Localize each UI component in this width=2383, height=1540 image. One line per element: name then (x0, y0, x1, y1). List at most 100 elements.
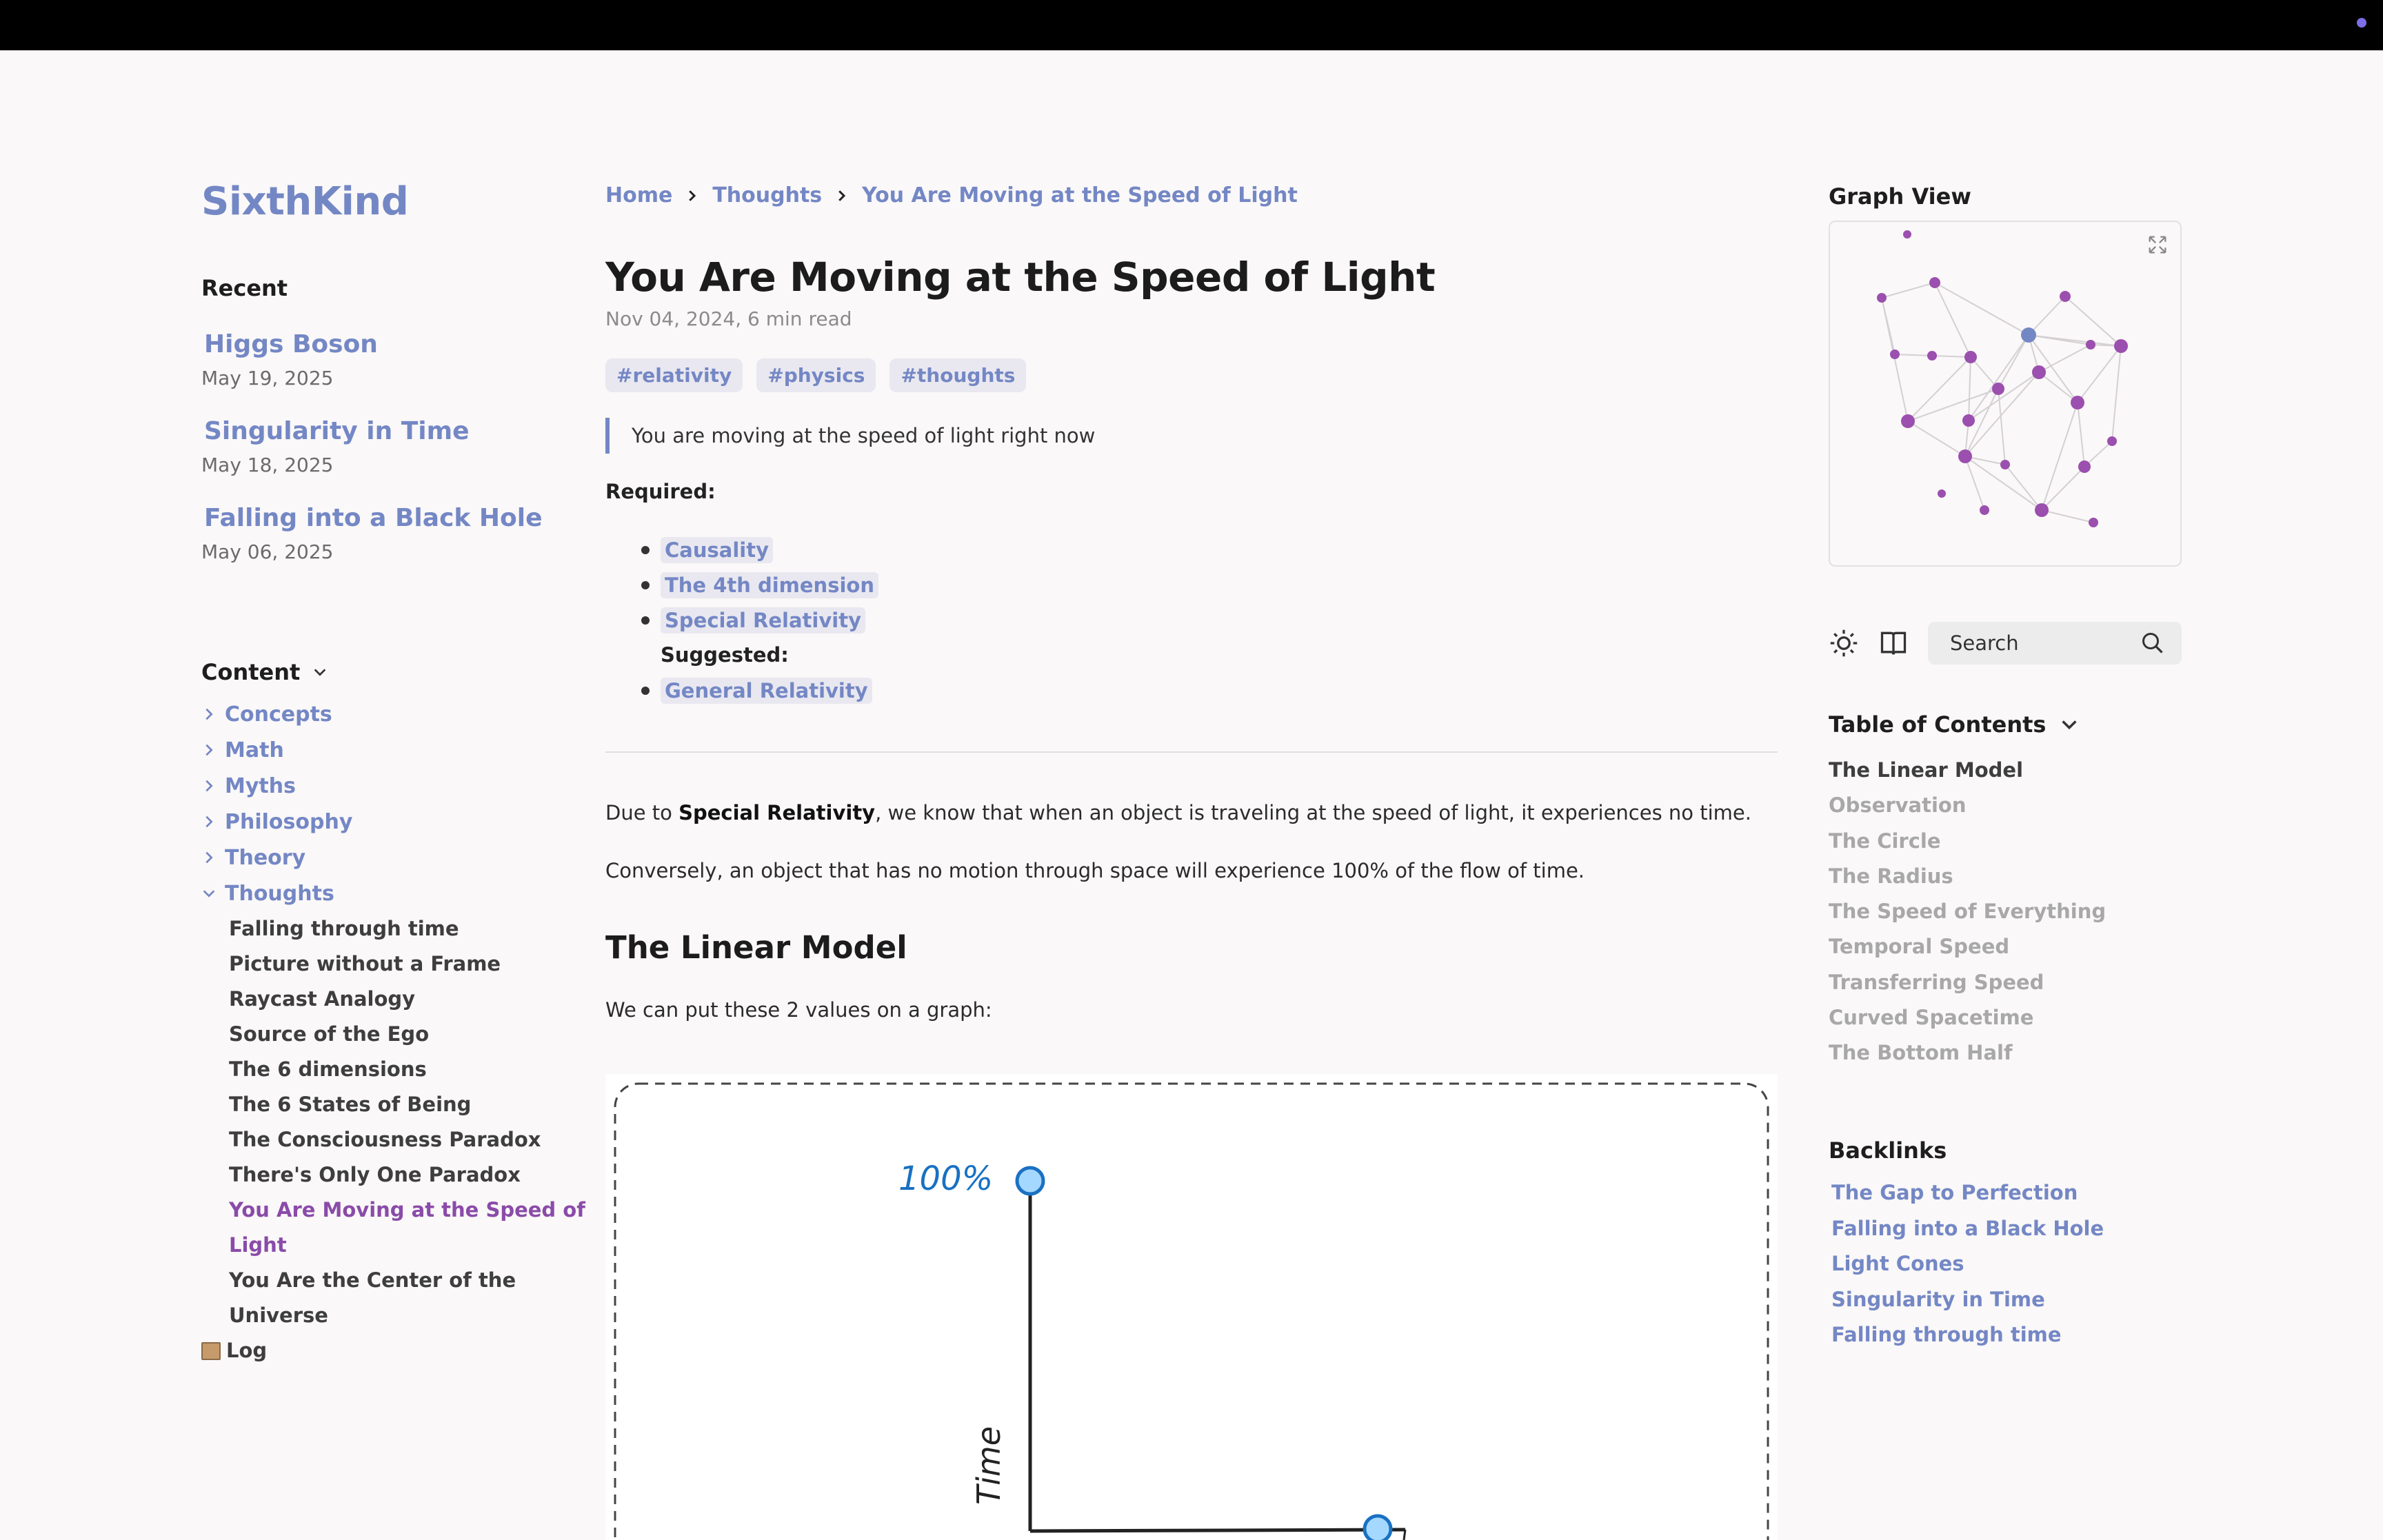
search-icon (2142, 633, 2163, 654)
nav-log-link[interactable]: Log (201, 1333, 587, 1368)
toc-item[interactable]: Observation (1829, 788, 2106, 823)
graph-view-heading: Graph View (1829, 183, 1971, 210)
recent-heading: Recent (201, 275, 288, 301)
folder-math[interactable]: Math (201, 732, 587, 768)
backlink[interactable]: The Gap to Perfection (1831, 1175, 2104, 1211)
chevron-down-icon (314, 669, 326, 676)
backlink[interactable]: Singularity in Time (1831, 1282, 2104, 1318)
folder-philosophy[interactable]: Philosophy (201, 804, 587, 840)
recent-item-title[interactable]: Higgs Boson (204, 330, 574, 358)
article-meta: Nov 04, 2024, 6 min read (605, 307, 852, 330)
bullet (641, 616, 650, 625)
internal-link-4th-dimension[interactable]: The 4th dimension (661, 571, 878, 598)
prerequisite-list: Causality The 4th dimension Special Rela… (605, 532, 878, 708)
paragraph: Conversely, an object that has no motion… (605, 859, 1585, 882)
folder-concepts[interactable]: Concepts (201, 696, 587, 732)
graph-canvas[interactable] (1830, 222, 2180, 565)
nav-page-link[interactable]: Picture without a Frame (201, 946, 587, 982)
recent-item[interactable]: Falling into a Black Hole May 06, 2025 (201, 504, 574, 563)
sun-icon[interactable] (1829, 628, 1859, 658)
y-axis-label: Time (970, 1426, 1007, 1505)
nav-page-link[interactable]: Falling through time (201, 911, 587, 946)
content-toggle[interactable]: Content (201, 659, 328, 685)
recent-item[interactable]: Singularity in Time May 18, 2025 (201, 417, 574, 476)
bold-text: Special Relativity (678, 801, 876, 824)
tag-relativity[interactable]: #relativity (605, 358, 743, 392)
toc-item[interactable]: The Bottom Half (1829, 1035, 2106, 1071)
backlink[interactable]: Falling into a Black Hole (1831, 1211, 2104, 1247)
reader-mode-icon[interactable] (1878, 628, 1909, 658)
nav-page-link[interactable]: Source of the Ego (201, 1017, 587, 1052)
content-heading: Content (201, 659, 301, 685)
folder-label: Philosophy (225, 809, 353, 834)
paragraph: We can put these 2 values on a graph: (605, 998, 992, 1022)
graph-view[interactable] (1829, 221, 2182, 567)
toc-list: The Linear Model Observation The Circle … (1829, 753, 2106, 1071)
chevron-right-icon (205, 780, 213, 792)
nav-page-link[interactable]: The 6 States of Being (201, 1087, 587, 1122)
tag-thoughts[interactable]: #thoughts (889, 358, 1027, 392)
bullet (641, 580, 650, 589)
folder-label: Thoughts (225, 881, 334, 906)
chevron-right-icon (838, 190, 846, 201)
toc-item[interactable]: The Speed of Everything (1829, 894, 2106, 929)
nav-page-link[interactable]: The 6 dimensions (201, 1052, 587, 1087)
recent-item-title[interactable]: Falling into a Black Hole (204, 504, 574, 532)
nav-page-link-line: Light (229, 1233, 287, 1257)
list-item: Special Relativity (605, 602, 878, 638)
internal-link-general-relativity[interactable]: General Relativity (661, 677, 872, 704)
folder-myths[interactable]: Myths (201, 768, 587, 804)
blockquote: You are moving at the speed of light rig… (605, 418, 1095, 454)
expand-graph-icon[interactable] (2146, 233, 2169, 256)
chevron-right-icon (205, 815, 213, 828)
left-sidebar: SixthKind Recent Higgs Boson May 19, 202… (201, 179, 585, 1362)
content-tree: Concepts Math Myths Philosophy Theory Th… (201, 696, 587, 1368)
recent-item-date: May 06, 2025 (201, 540, 334, 563)
nav-page-link[interactable]: The Consciousness Paradox (201, 1122, 587, 1157)
backlink[interactable]: Falling through time (1831, 1317, 2104, 1353)
nav-page-link-active[interactable]: You Are Moving at the Speed of Light (201, 1193, 587, 1263)
breadcrumb-thoughts[interactable]: Thoughts (712, 183, 822, 207)
toc-item[interactable]: The Radius (1829, 859, 2106, 894)
backlink[interactable]: Light Cones (1831, 1246, 2104, 1282)
recent-item-title[interactable]: Singularity in Time (204, 417, 574, 445)
list-item: Causality (605, 532, 878, 567)
tag-physics[interactable]: #physics (756, 358, 876, 392)
nav-page-link-line: You Are Moving at the Speed of (229, 1198, 585, 1222)
toc-toggle[interactable]: Table of Contents (1829, 711, 2079, 738)
chevron-right-icon (689, 190, 696, 201)
toc-item[interactable]: The Linear Model (1829, 753, 2106, 788)
toolbar: Search (1829, 622, 2182, 665)
folder-label: Myths (225, 773, 296, 798)
nav-page-link[interactable]: There's Only One Paradox (201, 1157, 587, 1193)
toc-item[interactable]: Transferring Speed (1829, 965, 2106, 1000)
x-axis-tick (1402, 1529, 1407, 1540)
folder-thoughts[interactable]: Thoughts (201, 875, 587, 911)
nav-page-link[interactable]: You Are the Center of the Universe (201, 1263, 587, 1333)
internal-link-special-relativity[interactable]: Special Relativity (661, 607, 865, 634)
search-button[interactable]: Search (1928, 622, 2182, 665)
toc-item[interactable]: The Circle (1829, 824, 2106, 859)
top-bar (0, 0, 2383, 50)
chevron-right-icon (205, 851, 213, 864)
sketch-svg: 100% Time (614, 1082, 1769, 1540)
toc-item[interactable]: Curved Spacetime (1829, 1000, 2106, 1035)
folder-label: Math (225, 738, 284, 762)
folder-theory[interactable]: Theory (201, 840, 587, 875)
page-title: You Are Moving at the Speed of Light (605, 254, 1436, 301)
internal-link-causality[interactable]: Causality (661, 536, 773, 563)
folder-label: Theory (225, 845, 306, 870)
paragraph: Due to Special Relativity, we know that … (605, 801, 1751, 824)
status-dot (2357, 18, 2366, 28)
recent-list: Higgs Boson May 19, 2025 Singularity in … (201, 330, 574, 563)
required-label: Required: (605, 480, 716, 503)
breadcrumb-current[interactable]: You Are Moving at the Speed of Light (862, 183, 1298, 207)
bullet (641, 686, 650, 695)
site-title[interactable]: SixthKind (201, 179, 574, 224)
backlinks-heading: Backlinks (1829, 1137, 1947, 1164)
recent-item[interactable]: Higgs Boson May 19, 2025 (201, 330, 574, 389)
nav-page-link[interactable]: Raycast Analogy (201, 982, 587, 1017)
breadcrumb-home[interactable]: Home (605, 183, 672, 207)
toc-item[interactable]: Temporal Speed (1829, 929, 2106, 964)
divider (605, 751, 1778, 753)
